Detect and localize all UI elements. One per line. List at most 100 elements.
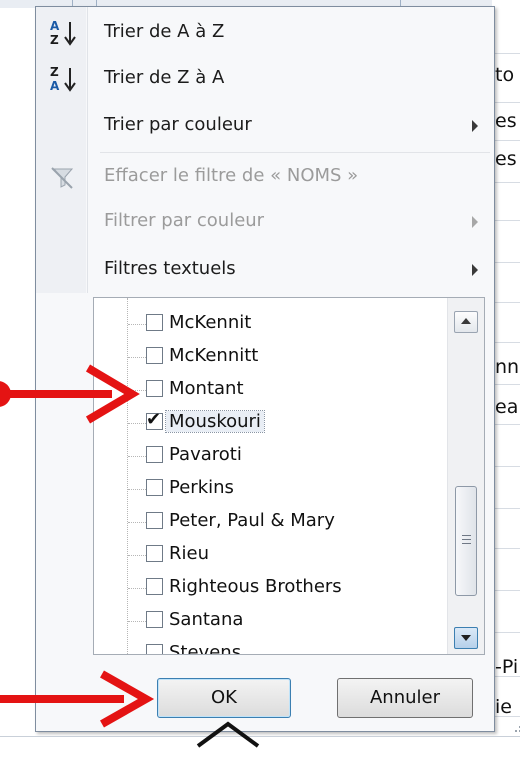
checkbox[interactable] (146, 446, 163, 463)
checkbox[interactable]: ✔ (146, 409, 163, 430)
grid-line (492, 466, 520, 467)
checkbox[interactable] (146, 347, 163, 364)
grip-line (462, 539, 471, 540)
scroll-down-button[interactable] (454, 627, 478, 649)
grip-line (462, 543, 471, 544)
svg-text:Z: Z (50, 65, 59, 79)
sheet-cell[interactable]: -Pi (495, 656, 518, 678)
list-item-label: Righteous Brothers (169, 576, 342, 597)
list-item[interactable]: McKennit (94, 308, 446, 341)
clear-filter-icon (51, 167, 74, 189)
tree-connector (128, 423, 146, 424)
checkmark-icon: ✔ (146, 409, 162, 430)
spreadsheet-background: to es es nn ea -Pi ie (492, 0, 520, 758)
list-item[interactable]: Stevens (94, 638, 446, 655)
list-item-label: McKennit (169, 312, 252, 333)
sheet-cell[interactable]: ea (495, 396, 518, 418)
list-item-label: Mouskouri (165, 410, 265, 433)
grid-line (492, 508, 520, 509)
list-item-label: Rieu (169, 543, 209, 564)
autofilter-dropdown: A Z Trier de A à Z Z A Trier de Z à A Tr… (35, 6, 520, 732)
grid-line (492, 342, 520, 343)
menu-item-label: Trier de Z à A (104, 67, 225, 88)
filter-value-list[interactable]: McKennit McKennitt Montant ✔ Mouskouri P… (93, 297, 485, 655)
checkbox[interactable] (146, 611, 163, 628)
list-item-label: Montant (169, 378, 244, 399)
list-item-label: Santana (169, 609, 244, 630)
tree-connector (128, 456, 146, 457)
svg-text:A: A (50, 19, 60, 33)
menu-separator (100, 152, 490, 153)
grid-line (492, 548, 520, 549)
grid-line (492, 632, 520, 633)
grid-line (492, 102, 520, 103)
menu-item-clear-filter[interactable]: Effacer le filtre de « NOMS » (36, 157, 494, 197)
tree-connector (128, 489, 146, 490)
menu-item-label: Effacer le filtre de « NOMS » (104, 165, 359, 186)
sheet-cell[interactable]: es (495, 110, 517, 132)
sheet-cell[interactable]: to (495, 64, 514, 86)
menu-item-text-filters[interactable]: Filtres textuels (36, 250, 494, 290)
checkbox[interactable] (146, 380, 163, 397)
sheet-cell[interactable]: es (495, 148, 517, 170)
list-item[interactable]: Santana (94, 605, 446, 638)
list-item[interactable]: Montant (94, 374, 446, 407)
arrow-up-icon (461, 318, 471, 324)
bottom-bar-border (0, 736, 520, 737)
bottom-bar (0, 736, 520, 758)
grid-line (492, 53, 520, 54)
grid-line (492, 384, 520, 385)
sort-ascending-icon: A Z (50, 19, 76, 47)
list-item[interactable]: ✔ Mouskouri (94, 407, 446, 440)
grid-line (492, 590, 520, 591)
annotation-dot (0, 381, 11, 407)
grip-dot (515, 730, 517, 732)
checkbox[interactable] (146, 644, 163, 654)
submenu-arrow-icon (472, 264, 478, 276)
grid-line (492, 182, 520, 183)
tree-connector (128, 357, 146, 358)
menu-item-label: Filtres textuels (104, 258, 236, 279)
sort-descending-icon: Z A (50, 65, 76, 93)
ok-button[interactable]: OK (157, 678, 291, 718)
checkbox[interactable] (146, 512, 163, 529)
menu-item-filter-by-color[interactable]: Filtrer par couleur (36, 202, 494, 242)
tree-connector (128, 390, 146, 391)
menu-item-sort-az[interactable]: A Z Trier de A à Z (36, 13, 494, 53)
tree-connector (128, 654, 146, 655)
checkbox[interactable] (146, 314, 163, 331)
submenu-arrow-icon (472, 120, 478, 132)
list-item[interactable]: Righteous Brothers (94, 572, 446, 605)
cancel-button[interactable]: Annuler (337, 678, 473, 718)
checkbox[interactable] (146, 578, 163, 595)
menu-item-label: Filtrer par couleur (104, 210, 265, 231)
svg-text:A: A (50, 79, 60, 93)
list-scrollbar[interactable] (447, 298, 484, 654)
arrow-down-icon (461, 635, 471, 641)
scroll-up-button[interactable] (454, 311, 478, 333)
list-item-label: Peter, Paul & Mary (169, 510, 335, 531)
list-item[interactable]: McKennitt (94, 341, 446, 374)
sheet-cell[interactable]: nn (495, 356, 519, 378)
checkbox[interactable] (146, 545, 163, 562)
grid-line (492, 140, 520, 141)
sheet-cell[interactable]: ie (495, 696, 512, 718)
svg-text:Z: Z (50, 33, 59, 47)
list-item-label: Pavaroti (169, 444, 242, 465)
list-item[interactable]: Perkins (94, 473, 446, 506)
tree-connector (128, 588, 146, 589)
list-item[interactable]: Pavaroti (94, 440, 446, 473)
menu-item-label: Trier par couleur (104, 114, 252, 135)
grip-line (462, 535, 471, 536)
list-item[interactable]: Rieu (94, 539, 446, 572)
menu-item-sort-za[interactable]: Z A Trier de Z à A (36, 59, 494, 99)
scrollbar-thumb[interactable] (455, 486, 477, 596)
menu-item-sort-by-color[interactable]: Trier par couleur (36, 106, 494, 146)
checkbox[interactable] (146, 479, 163, 496)
submenu-arrow-icon (472, 216, 478, 228)
menu-item-label: Trier de A à Z (104, 21, 225, 42)
list-item[interactable]: Peter, Paul & Mary (94, 506, 446, 539)
grid-line (492, 424, 520, 425)
list-item-label: Stevens (169, 642, 242, 655)
resize-grip-icon[interactable] (514, 721, 520, 733)
